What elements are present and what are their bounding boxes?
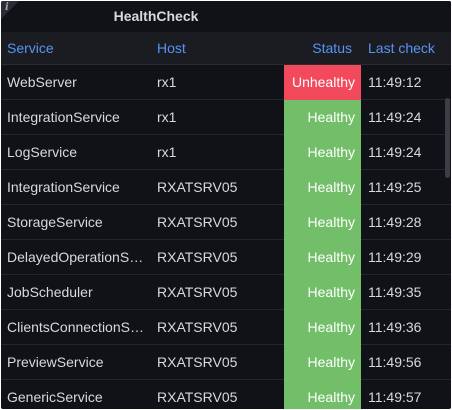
panel-title[interactable]: HealthCheck [1,1,311,32]
cell-host: rx1 [157,109,177,125]
status-cell: Healthy [284,205,361,240]
cell-last-check: 11:49:25 [368,179,422,195]
cell-service: WebServer [7,74,77,90]
status-cell: Healthy [284,275,361,310]
table-row[interactable]: IntegrationService rx1 Healthy 11:49:24 [1,100,451,135]
cell-service: GenericService [7,389,103,405]
status-cell: Unhealthy [284,65,361,100]
status-cell: Healthy [284,240,361,275]
cell-host: RXATSRV05 [157,319,238,335]
table-row[interactable]: DelayedOperationService RXATSRV05 Healthy 1… [1,240,451,275]
cell-service: IntegrationService [7,179,120,195]
cell-service: DelayedOperationService [7,249,147,265]
cell-last-check: 11:49:24 [368,109,422,125]
status-cell: Healthy [284,310,361,345]
table-row[interactable]: WebServer rx1 Unhealthy 11:49:12 [1,65,451,100]
healthcheck-panel: i HealthCheck Service Host Status Last c… [1,1,451,409]
column-header-last-check[interactable]: Last check [368,32,435,64]
table-body: WebServer rx1 Unhealthy 11:49:12 Integration… [1,65,451,409]
cell-service: JobScheduler [7,284,93,300]
cell-service: StorageService [7,214,103,230]
cell-host: RXATSRV05 [157,179,238,195]
column-header-service[interactable]: Service [7,32,54,64]
table-row[interactable]: IntegrationService RXATSRV05 Healthy 11:49:… [1,170,451,205]
health-table: Service Host Status Last check WebServer… [1,32,451,409]
table-header: Service Host Status Last check [1,32,451,65]
cell-last-check: 11:49:35 [368,284,422,300]
column-header-host[interactable]: Host [157,32,186,64]
table-row[interactable]: ClientsConnectionService RXATSRV05 Healthy… [1,310,451,345]
table-row[interactable]: StorageService RXATSRV05 Healthy 11:49:28 [1,205,451,240]
cell-last-check: 11:49:12 [368,74,422,90]
status-cell: Healthy [284,170,361,205]
status-cell: Healthy [284,100,361,135]
cell-last-check: 11:49:36 [368,319,422,335]
cell-host: RXATSRV05 [157,284,238,300]
column-header-status[interactable]: Status [284,32,361,64]
cell-service: IntegrationService [7,109,120,125]
vertical-scrollbar[interactable] [445,98,450,178]
status-cell: Healthy [284,135,361,170]
cell-service: PreviewService [7,354,104,370]
table-row[interactable]: PreviewService RXATSRV05 Healthy 11:49:56 [1,345,451,380]
status-cell: Healthy [284,380,361,409]
cell-host: rx1 [157,144,177,160]
table-row[interactable]: GenericService RXATSRV05 Healthy 11:49:57 [1,380,451,409]
cell-host: rx1 [157,74,177,90]
cell-host: RXATSRV05 [157,354,238,370]
table-row[interactable]: LogService rx1 Healthy 11:49:24 [1,135,451,170]
panel-header[interactable]: i HealthCheck [1,1,451,32]
cell-host: RXATSRV05 [157,389,238,405]
cell-last-check: 11:49:29 [368,249,422,265]
cell-host: RXATSRV05 [157,214,238,230]
cell-service: ClientsConnectionService [7,319,147,335]
status-cell: Healthy [284,345,361,380]
cell-last-check: 11:49:28 [368,214,422,230]
cell-last-check: 11:49:57 [368,389,422,405]
cell-service: LogService [7,144,78,160]
cell-last-check: 11:49:56 [368,354,422,370]
table-row[interactable]: JobScheduler RXATSRV05 Healthy 11:49:35 [1,275,451,310]
cell-last-check: 11:49:24 [368,144,422,160]
cell-host: RXATSRV05 [157,249,238,265]
